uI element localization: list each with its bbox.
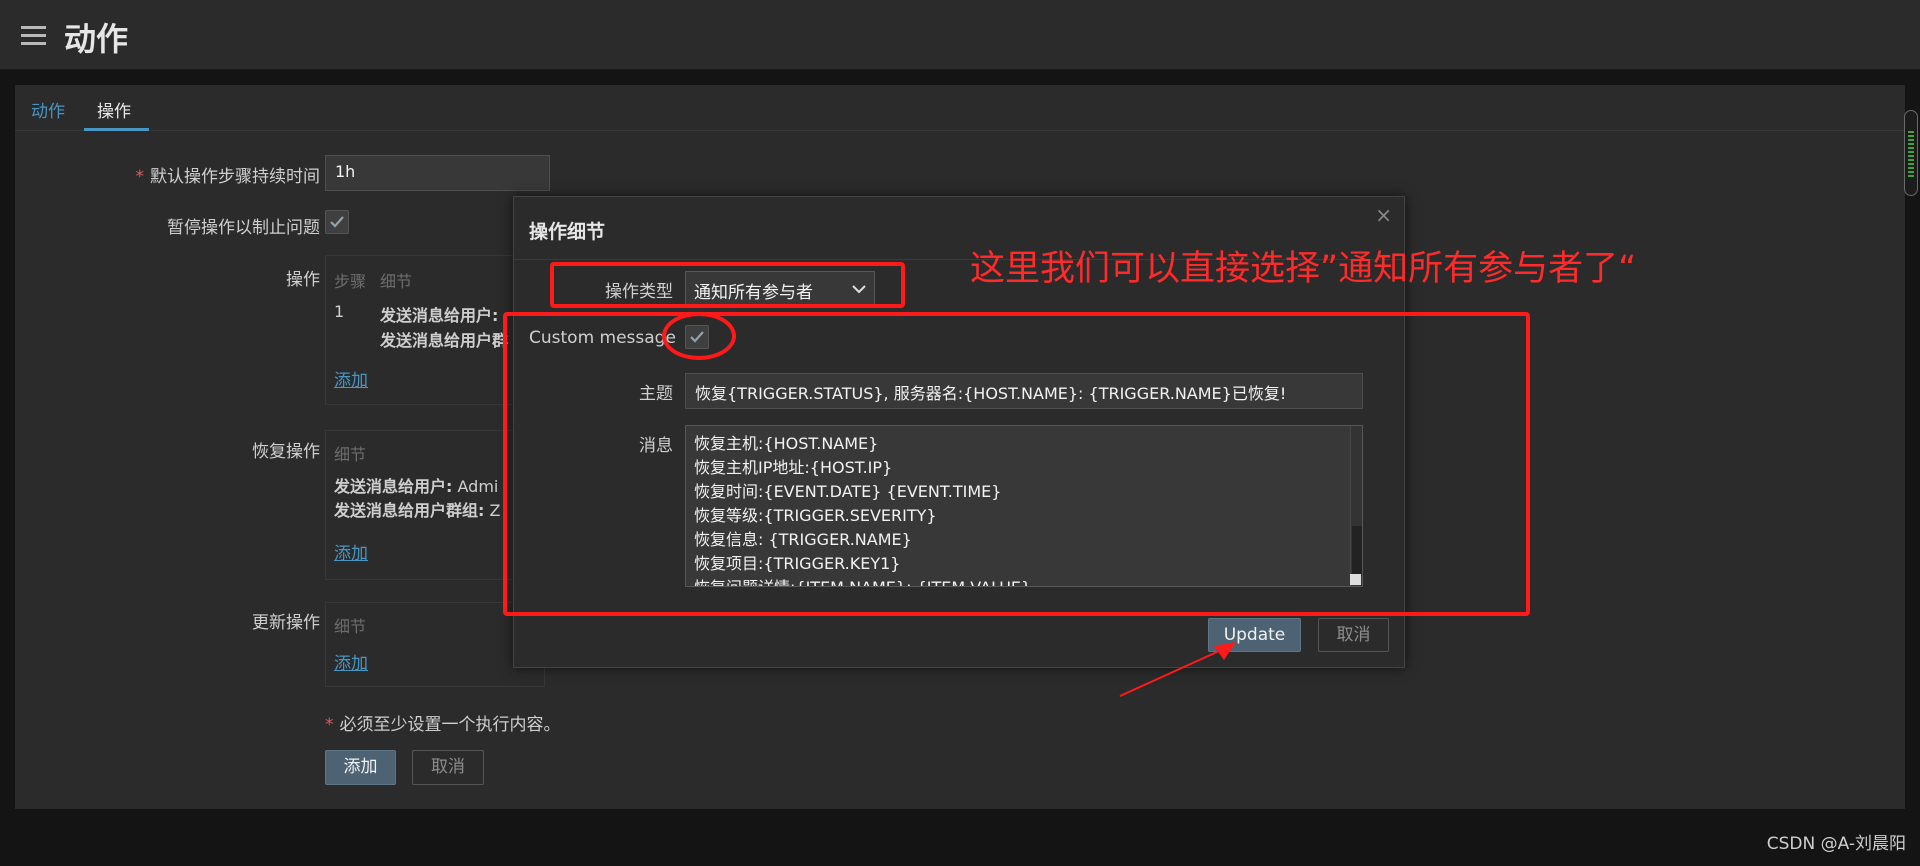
message-line: 恢复时间:{EVENT.DATE} {EVENT.TIME} (694, 482, 1002, 501)
add-update-link[interactable]: 添加 (334, 649, 368, 674)
tab-operations[interactable]: 操作 (97, 97, 131, 122)
watermark: CSDN @A-刘晨阳 (1766, 834, 1906, 854)
page-scrollbar[interactable] (1904, 110, 1918, 196)
page-title: 动作 (64, 20, 129, 58)
message-line: 恢复信息: {TRIGGER.NAME} (694, 530, 912, 549)
message-line: 恢复主机:{HOST.NAME} (694, 434, 879, 453)
recovery-operations-label: 恢复操作 (252, 442, 320, 462)
add-recovery-link[interactable]: 添加 (334, 539, 368, 564)
add-operation-link[interactable]: 添加 (334, 366, 368, 391)
default-duration-label: * 默认操作步骤持续时间 (135, 167, 321, 187)
column-step: 步骤 (334, 272, 367, 291)
operation-detail-line2: 发送消息给用户群 (380, 331, 509, 350)
default-duration-input[interactable]: 1h (325, 155, 550, 191)
dialog-title: 操作细节 (529, 221, 606, 243)
operations-table: 步骤 细节 1 发送消息给用户: 发送消息给用户群 添加 (325, 255, 545, 405)
message-label: 消息 (639, 436, 673, 456)
dialog-cancel-button[interactable]: 取消 (1318, 618, 1389, 652)
chevron-down-icon (852, 285, 866, 294)
operation-step-number: 1 (334, 302, 345, 321)
annotation-text: 这里我们可以直接选择”通知所有参与者了“ (970, 249, 1637, 289)
message-line: 恢复等级:{TRIGGER.SEVERITY} (694, 506, 937, 525)
top-bar: 动作 (0, 0, 1920, 70)
subject-input[interactable]: 恢复{TRIGGER.STATUS}, 服务器名:{HOST.NAME}: {T… (685, 373, 1363, 409)
subject-label: 主题 (639, 384, 673, 404)
column-detail: 细节 (334, 445, 367, 464)
message-line: 恢复问题详情:{ITEM.NAME}: {ITEM.VALUE} (694, 576, 1354, 586)
operation-type-label: 操作类型 (605, 282, 673, 302)
update-operations-table: 细节 添加 (325, 602, 545, 687)
add-button[interactable]: 添加 (325, 750, 396, 785)
update-operations-label: 更新操作 (252, 613, 320, 633)
checkmark-icon (330, 216, 344, 228)
textarea-scrollbar[interactable] (1350, 426, 1362, 586)
column-detail: 细节 (334, 617, 367, 636)
textarea-scroll-thumb[interactable] (1352, 526, 1362, 576)
message-line: 恢复项目:{TRIGGER.KEY1} (694, 554, 901, 573)
checkmark-icon (690, 331, 704, 343)
annotation-arrow-icon (1119, 642, 1236, 697)
close-icon[interactable]: × (1375, 203, 1392, 227)
pause-operations-checkbox[interactable] (325, 210, 349, 234)
tab-action[interactable]: 动作 (31, 97, 65, 122)
resize-grip-icon[interactable] (1350, 574, 1361, 585)
active-tab-indicator (84, 128, 149, 131)
column-detail: 细节 (380, 272, 413, 291)
tab-bar: 动作 操作 (15, 85, 1905, 131)
required-note: * 必须至少设置一个执行内容。 (325, 715, 561, 735)
pause-operations-label: 暂停操作以制止问题 (167, 218, 320, 238)
operation-type-select[interactable]: 通知所有参与者 (685, 271, 875, 307)
operation-type-value: 通知所有参与者 (694, 283, 813, 303)
operation-detail-line1: 发送消息给用户: (380, 306, 499, 325)
cancel-button[interactable]: 取消 (412, 750, 484, 785)
recovery-operations-table: 细节 发送消息给用户: Admi 发送消息给用户群组: Z 添加 (325, 430, 545, 580)
recovery-detail-line1: 发送消息给用户: Admi (334, 477, 499, 496)
message-textarea[interactable]: 恢复主机:{HOST.NAME} 恢复主机IP地址:{HOST.IP} 恢复时间… (685, 425, 1363, 587)
recovery-detail-line2: 发送消息给用户群组: Z (334, 501, 501, 520)
scrollbar-grip[interactable] (1908, 131, 1914, 177)
custom-message-checkbox[interactable] (685, 325, 709, 349)
hamburger-menu-icon[interactable] (21, 26, 46, 45)
operations-label: 操作 (286, 270, 320, 290)
message-line: 恢复主机IP地址:{HOST.IP} (694, 458, 893, 477)
custom-message-label: Custom message (529, 328, 676, 348)
